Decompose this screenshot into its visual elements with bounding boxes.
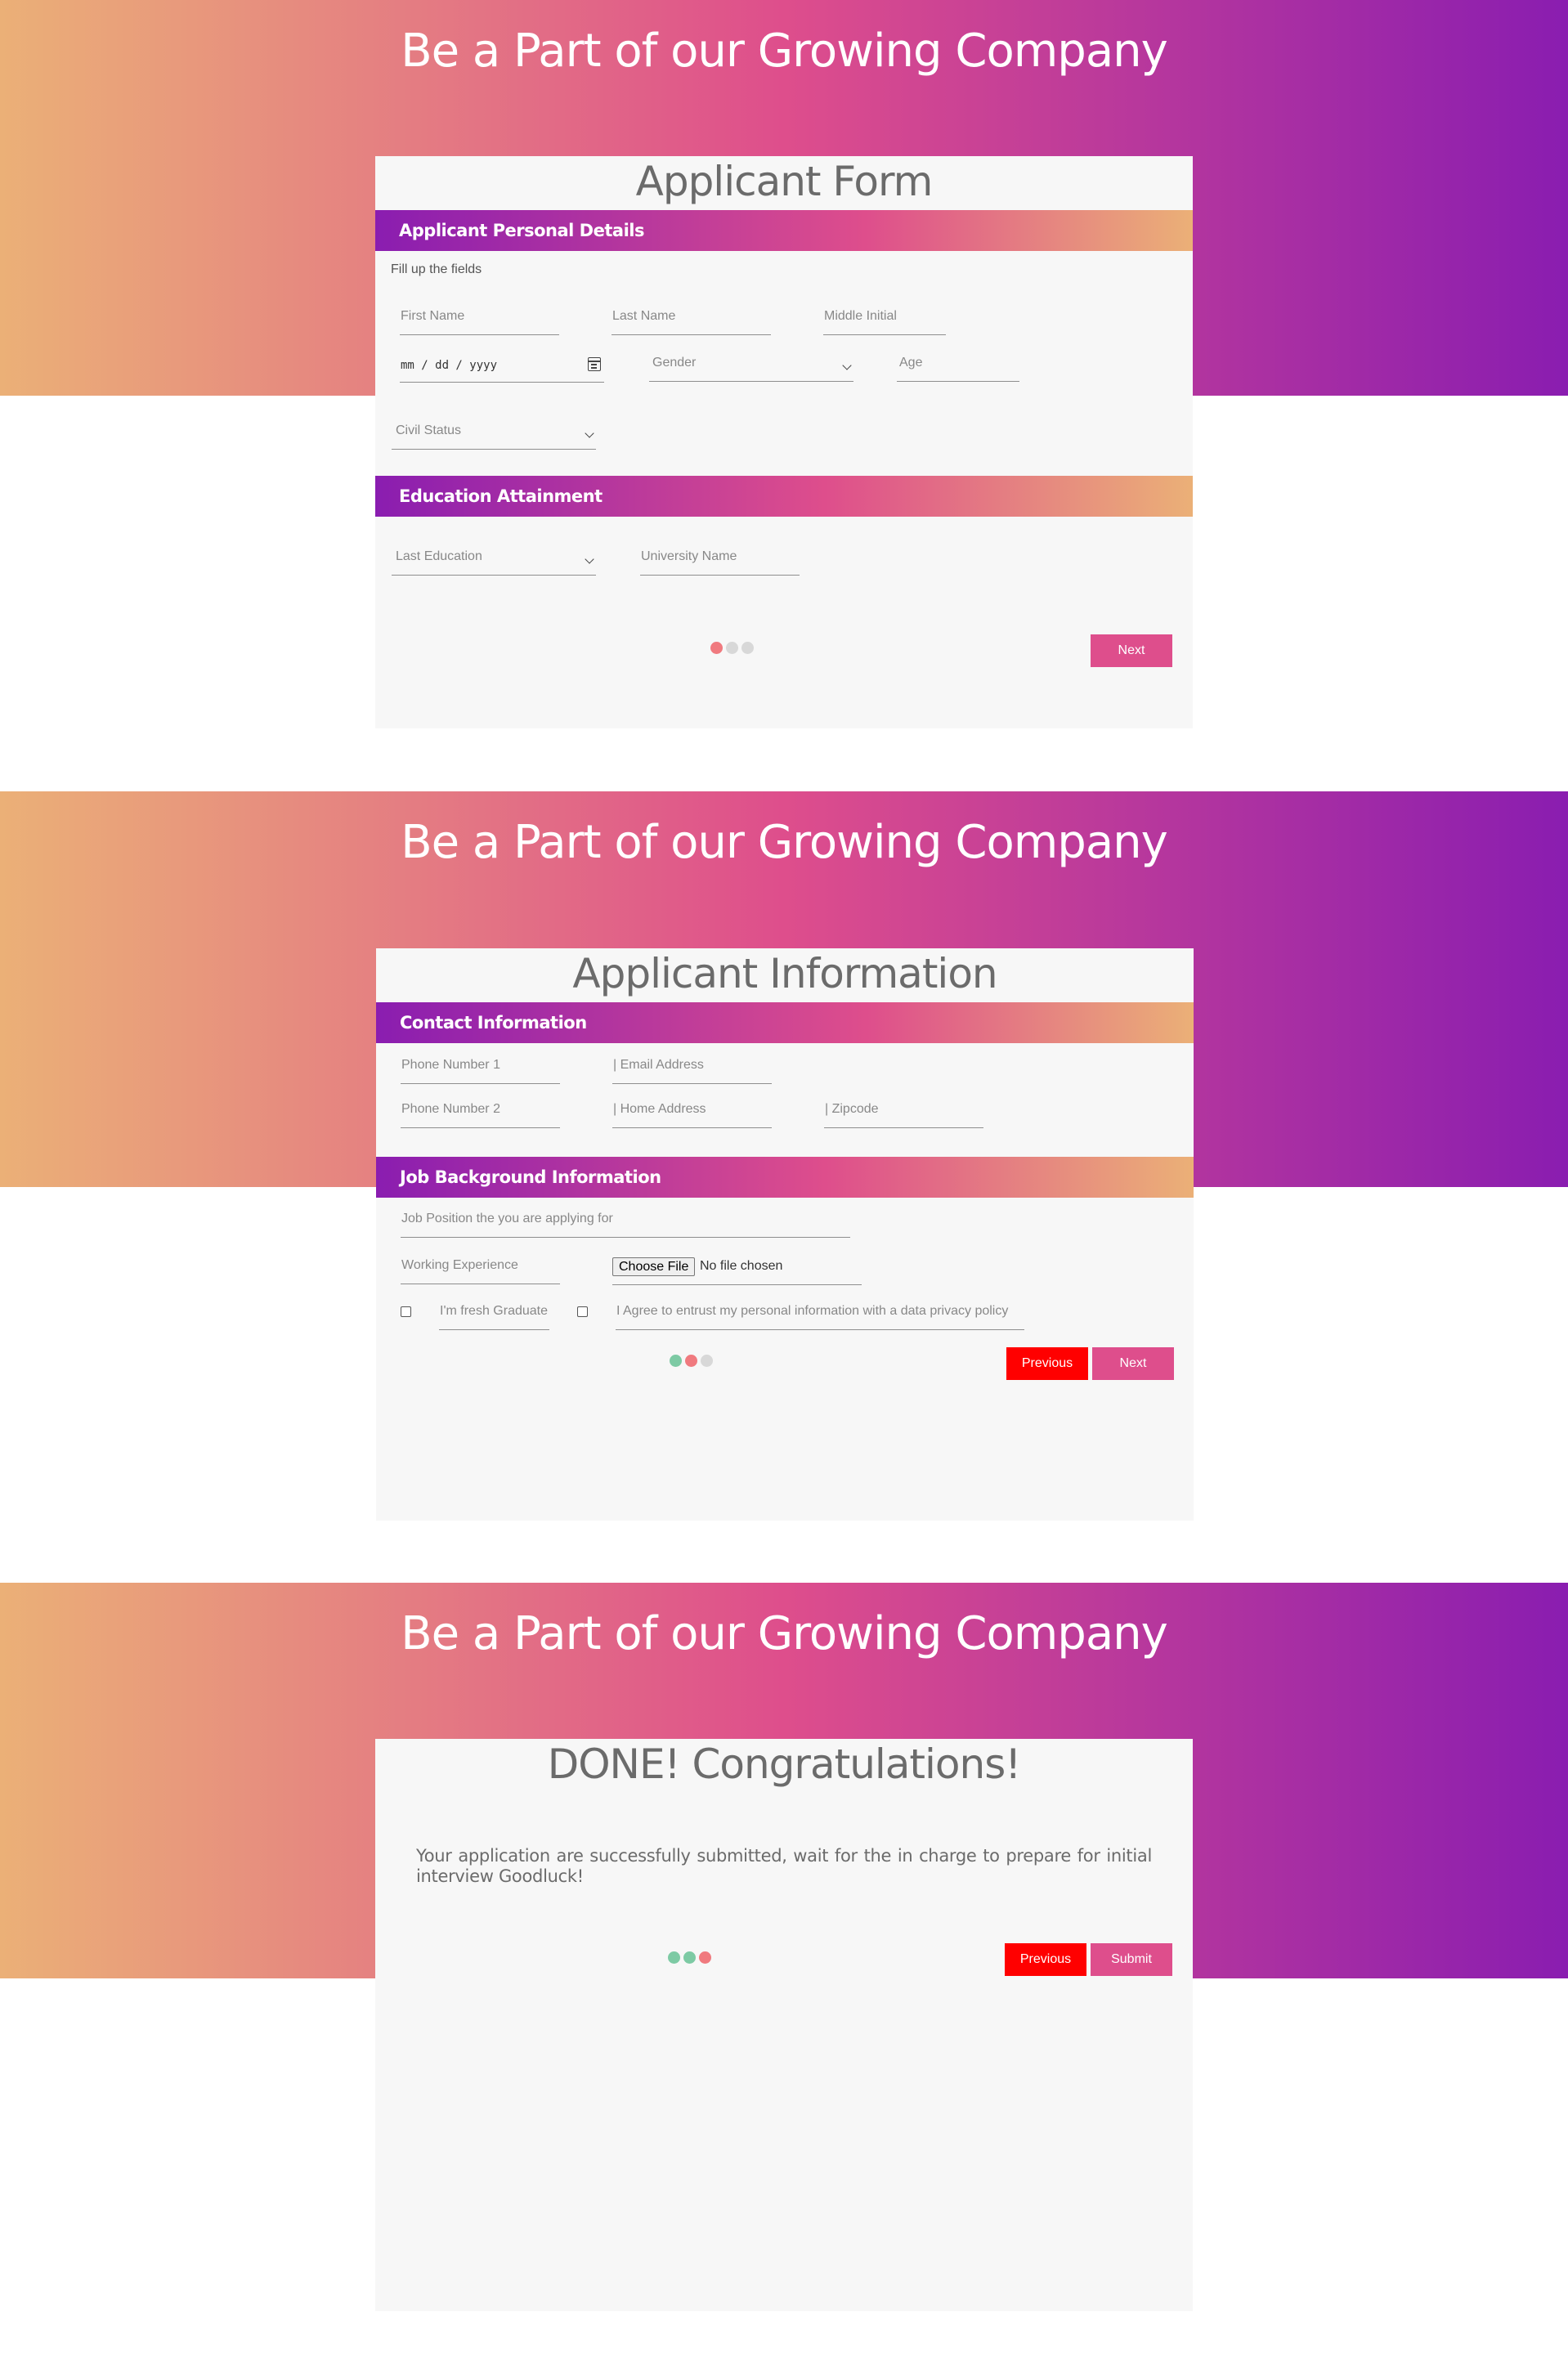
first-name-field[interactable]: First Name (400, 299, 559, 335)
banner-title: Be a Part of our Growing Company (401, 1607, 1168, 1660)
phone-number-1-placeholder: Phone Number 1 (401, 1058, 500, 1072)
phone-number-2-field[interactable]: Phone Number 2 (401, 1092, 560, 1128)
zipcode-placeholder: | Zipcode (825, 1102, 879, 1116)
middle-initial-placeholder: Middle Initial (824, 309, 897, 323)
agree-label-field: I Agree to entrust my personal informati… (616, 1294, 1024, 1330)
submit-button[interactable]: Submit (1091, 1943, 1172, 1976)
done-card: DONE! Congratulations! Your application … (375, 1739, 1193, 2311)
agree-label: I Agree to entrust my personal informati… (616, 1304, 1009, 1318)
next-button[interactable]: Next (1091, 634, 1172, 667)
chevron-down-icon (585, 554, 594, 564)
agree-checkbox[interactable] (577, 1306, 588, 1317)
phone-number-2-placeholder: Phone Number 2 (401, 1102, 500, 1116)
phone-number-1-field[interactable]: Phone Number 1 (401, 1048, 560, 1084)
card-title: Applicant Form (635, 158, 934, 205)
section-bar-job-background: Job Background Information (376, 1157, 1194, 1198)
no-file-text: No file chosen (700, 1259, 783, 1273)
last-name-field[interactable]: Last Name (612, 299, 771, 335)
step-dot (701, 1355, 713, 1367)
step-dot (685, 1355, 697, 1367)
birthdate-field[interactable]: mm / dd / yyyy (400, 347, 604, 383)
last-name-placeholder: Last Name (612, 309, 676, 323)
chevron-down-icon (842, 361, 852, 370)
university-name-placeholder: University Name (641, 549, 737, 563)
card-title: DONE! Congratulations! (547, 1741, 1022, 1788)
fresh-graduate-label-field: I'm fresh Graduate (439, 1294, 549, 1330)
section-bar-personal-details: Applicant Personal Details (375, 210, 1193, 251)
fresh-graduate-checkbox[interactable] (401, 1306, 411, 1317)
step-dot (683, 1951, 696, 1964)
job-position-placeholder: Job Position the you are applying for (401, 1212, 613, 1225)
age-placeholder: Age (899, 356, 923, 370)
zipcode-field[interactable]: | Zipcode (824, 1092, 983, 1128)
working-experience-field[interactable]: Working Experience (401, 1248, 560, 1284)
home-address-field[interactable]: | Home Address (612, 1092, 772, 1128)
fresh-graduate-label: I'm fresh Graduate (440, 1304, 548, 1318)
banner-title: Be a Part of our Growing Company (401, 816, 1168, 869)
file-upload-field[interactable]: Choose File No file chosen (612, 1249, 862, 1285)
last-education-placeholder: Last Education (396, 549, 482, 563)
step-indicator (668, 1951, 717, 1965)
middle-initial-field[interactable]: Middle Initial (823, 299, 946, 335)
home-address-placeholder: | Home Address (613, 1102, 706, 1116)
card-title: Applicant Information (572, 950, 997, 997)
university-name-field[interactable]: University Name (640, 540, 800, 576)
choose-file-button[interactable]: Choose File (612, 1257, 696, 1276)
step-dot (670, 1355, 682, 1367)
email-placeholder: | Email Address (613, 1058, 704, 1072)
step-dot (741, 642, 754, 654)
civil-status-placeholder: Civil Status (396, 423, 462, 437)
first-name-placeholder: First Name (401, 309, 465, 323)
last-education-select[interactable]: Last Education (392, 540, 596, 576)
step-dot (710, 642, 723, 654)
section-bar-education: Education Attainment (375, 476, 1193, 517)
gender-select[interactable]: Gender (649, 346, 853, 382)
section-bar-contact: Contact Information (376, 1002, 1194, 1043)
fill-hint: Fill up the fields (391, 262, 482, 276)
previous-button[interactable]: Previous (1005, 1943, 1086, 1976)
banner-title: Be a Part of our Growing Company (401, 25, 1168, 78)
step-dot (699, 1951, 711, 1964)
step-indicator (710, 642, 759, 655)
email-field[interactable]: | Email Address (612, 1048, 772, 1084)
applicant-information-card: Applicant Information Contact Informatio… (376, 948, 1194, 1521)
previous-button[interactable]: Previous (1006, 1347, 1088, 1380)
applicant-form-card: Applicant Form Applicant Personal Detail… (375, 156, 1193, 728)
working-experience-placeholder: Working Experience (401, 1258, 518, 1272)
next-button[interactable]: Next (1092, 1347, 1174, 1380)
step-dot (726, 642, 738, 654)
success-message: Your application are successfully submit… (416, 1846, 1152, 1886)
step-dot (668, 1951, 680, 1964)
step-indicator (670, 1355, 719, 1368)
civil-status-select[interactable]: Civil Status (392, 414, 596, 450)
gender-placeholder: Gender (652, 356, 697, 370)
calendar-icon[interactable] (588, 357, 601, 371)
age-field[interactable]: Age (897, 346, 1019, 382)
chevron-down-icon (585, 428, 594, 438)
job-position-field[interactable]: Job Position the you are applying for (401, 1202, 850, 1238)
date-placeholder: mm / dd / yyyy (401, 359, 498, 372)
